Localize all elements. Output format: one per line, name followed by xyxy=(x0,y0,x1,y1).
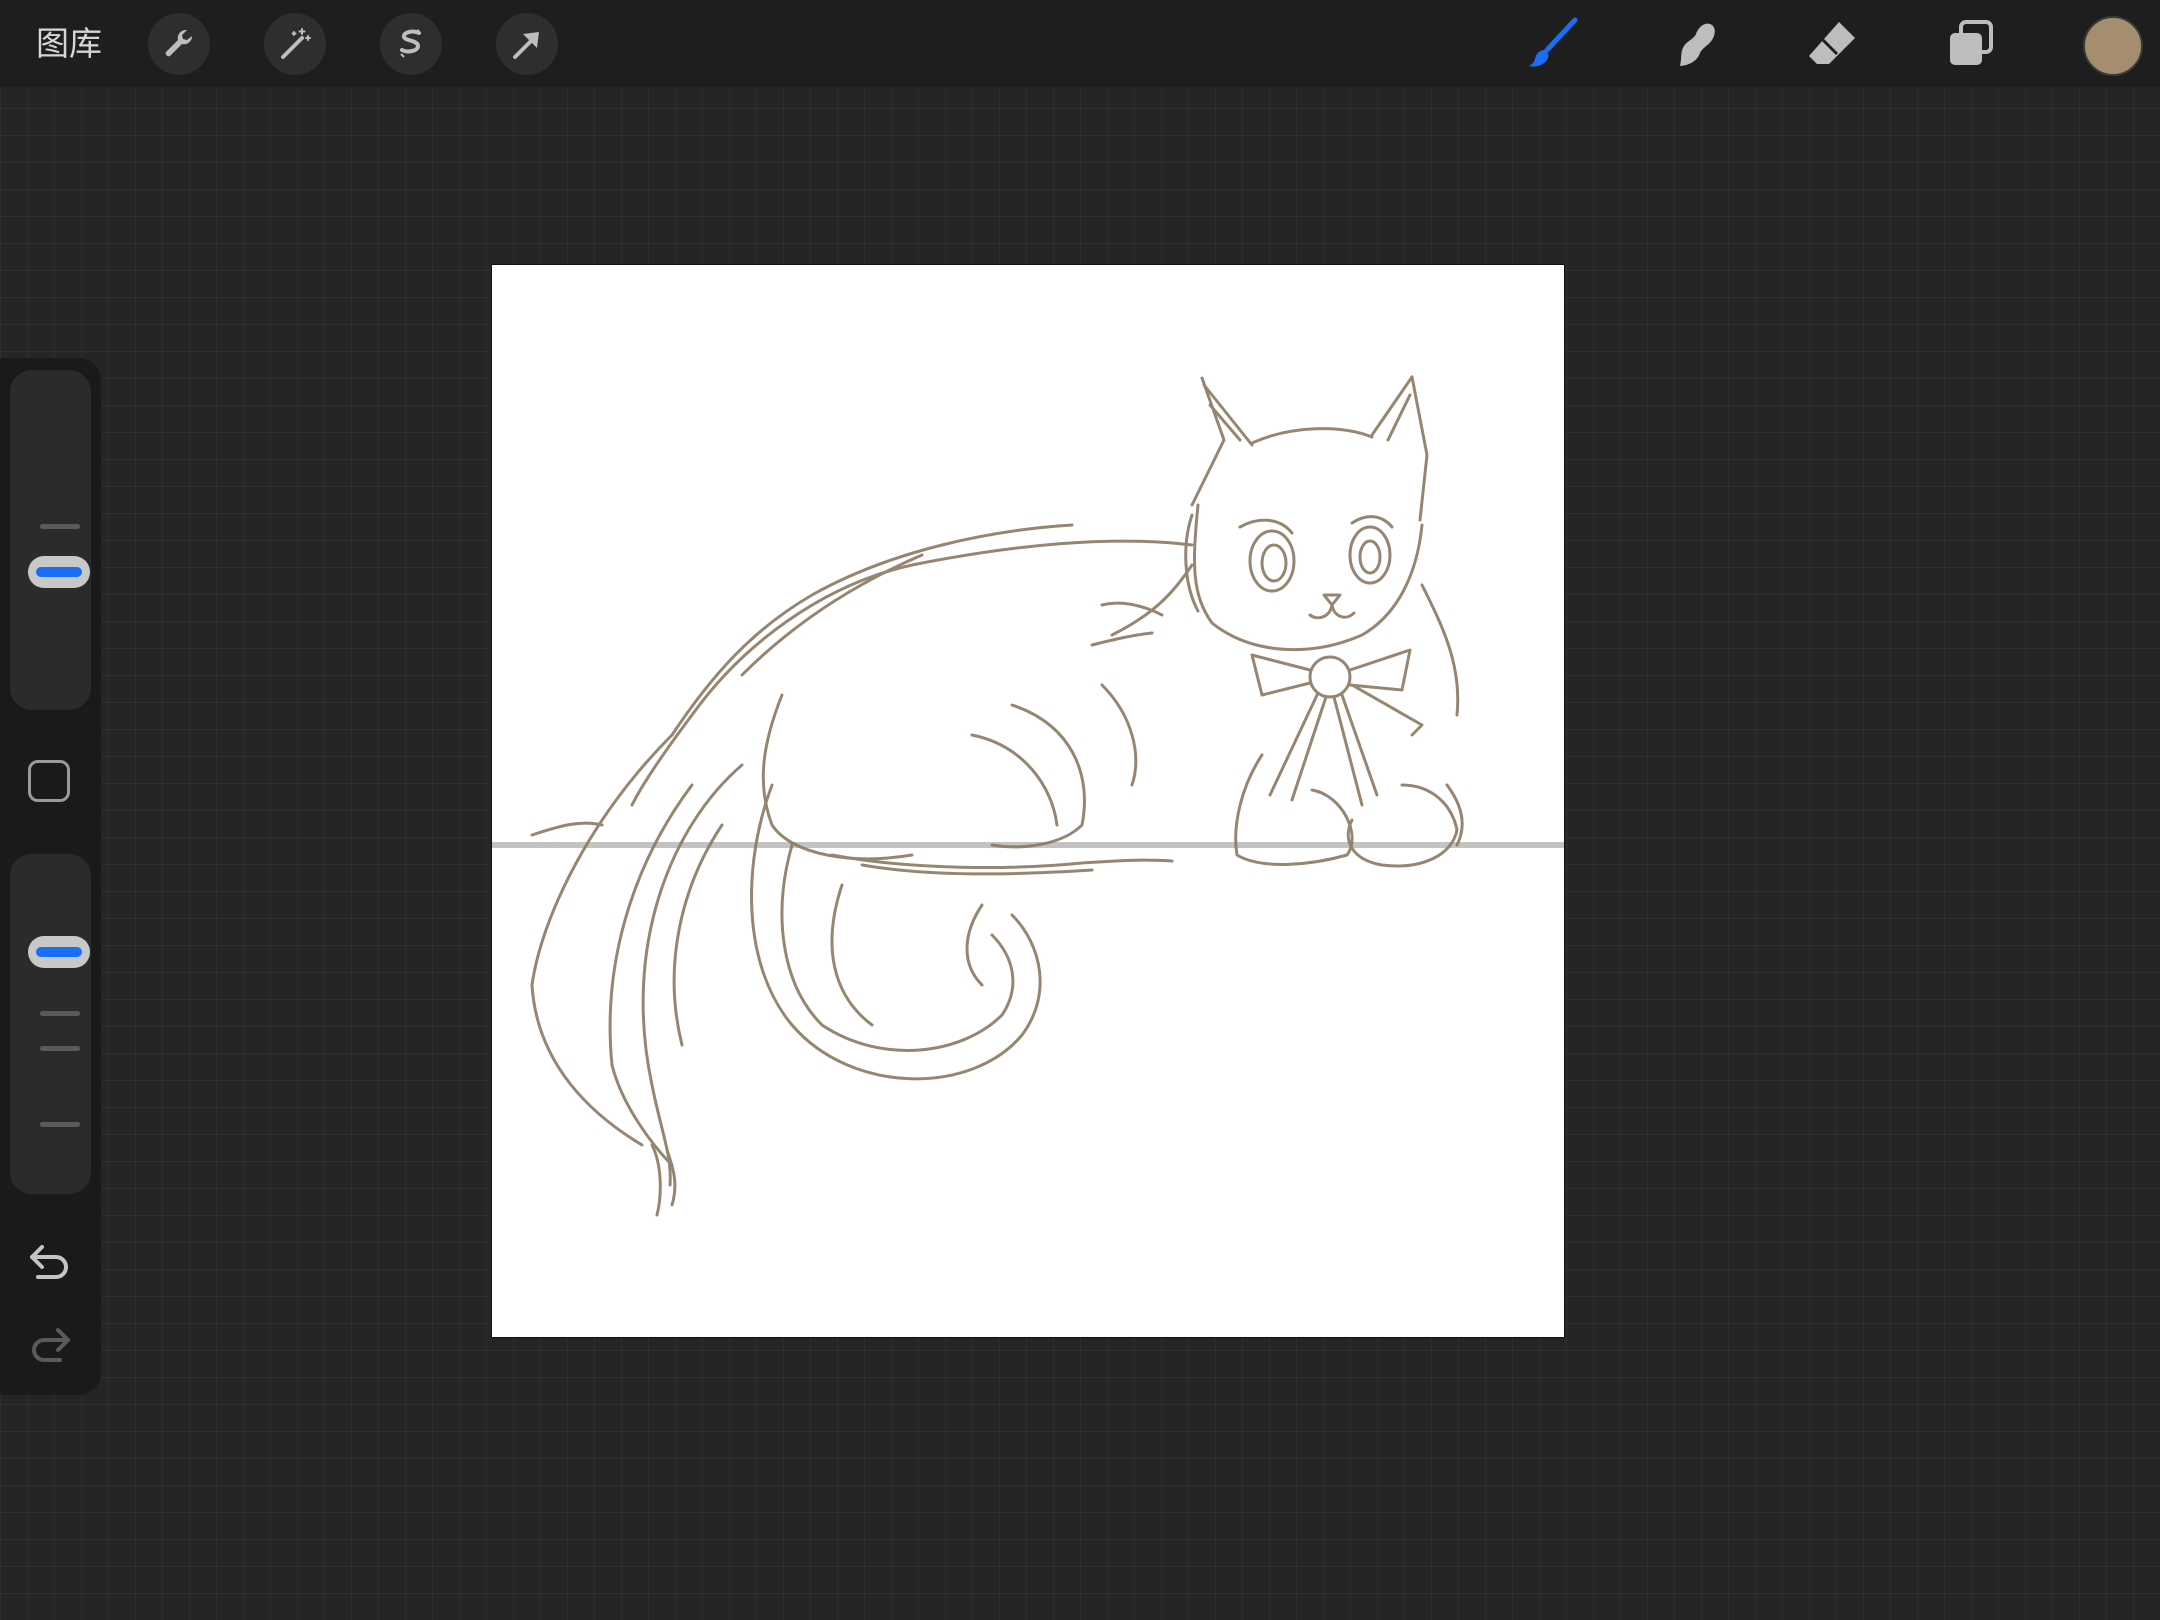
wrench-icon xyxy=(165,29,193,57)
transform-button[interactable] xyxy=(496,13,558,75)
brush-size-handle[interactable] xyxy=(28,556,90,588)
modify-button[interactable] xyxy=(28,760,70,802)
top-toolbar: 图库 xyxy=(0,0,2160,87)
size-tick xyxy=(40,524,80,529)
eraser-icon xyxy=(1809,22,1855,64)
magic-wand-icon xyxy=(281,28,311,59)
selection-s-icon xyxy=(400,29,421,58)
opacity-tick xyxy=(40,1046,80,1051)
brush-size-slider[interactable] xyxy=(10,370,91,710)
layers-button[interactable] xyxy=(1940,14,2000,74)
gallery-button[interactable]: 图库 xyxy=(36,22,102,66)
redo-button[interactable] xyxy=(26,1320,74,1368)
opacity-tick xyxy=(40,1011,80,1016)
undo-button[interactable] xyxy=(26,1237,74,1285)
undo-arrow-icon xyxy=(30,1245,68,1279)
smudge-tool-button[interactable] xyxy=(1662,14,1722,74)
left-sidebar xyxy=(0,358,101,1395)
brush-icon xyxy=(1529,17,1578,67)
brush-tool-button[interactable] xyxy=(1523,14,1583,74)
arrow-cursor-icon xyxy=(513,32,539,59)
actions-button[interactable] xyxy=(148,13,210,75)
selection-button[interactable] xyxy=(380,13,442,75)
opacity-handle[interactable] xyxy=(28,936,90,968)
layers-icon xyxy=(1950,20,1993,65)
eraser-tool-button[interactable] xyxy=(1801,14,1861,74)
smudge-finger-icon xyxy=(1680,23,1715,66)
color-swatch[interactable] xyxy=(2083,16,2143,76)
adjustments-button[interactable] xyxy=(264,13,326,75)
opacity-slider[interactable] xyxy=(10,854,91,1194)
opacity-tick xyxy=(40,1122,80,1127)
redo-arrow-icon xyxy=(32,1328,70,1362)
cat-sketch-artwork xyxy=(492,375,1564,1217)
drawing-canvas[interactable] xyxy=(492,265,1564,1337)
